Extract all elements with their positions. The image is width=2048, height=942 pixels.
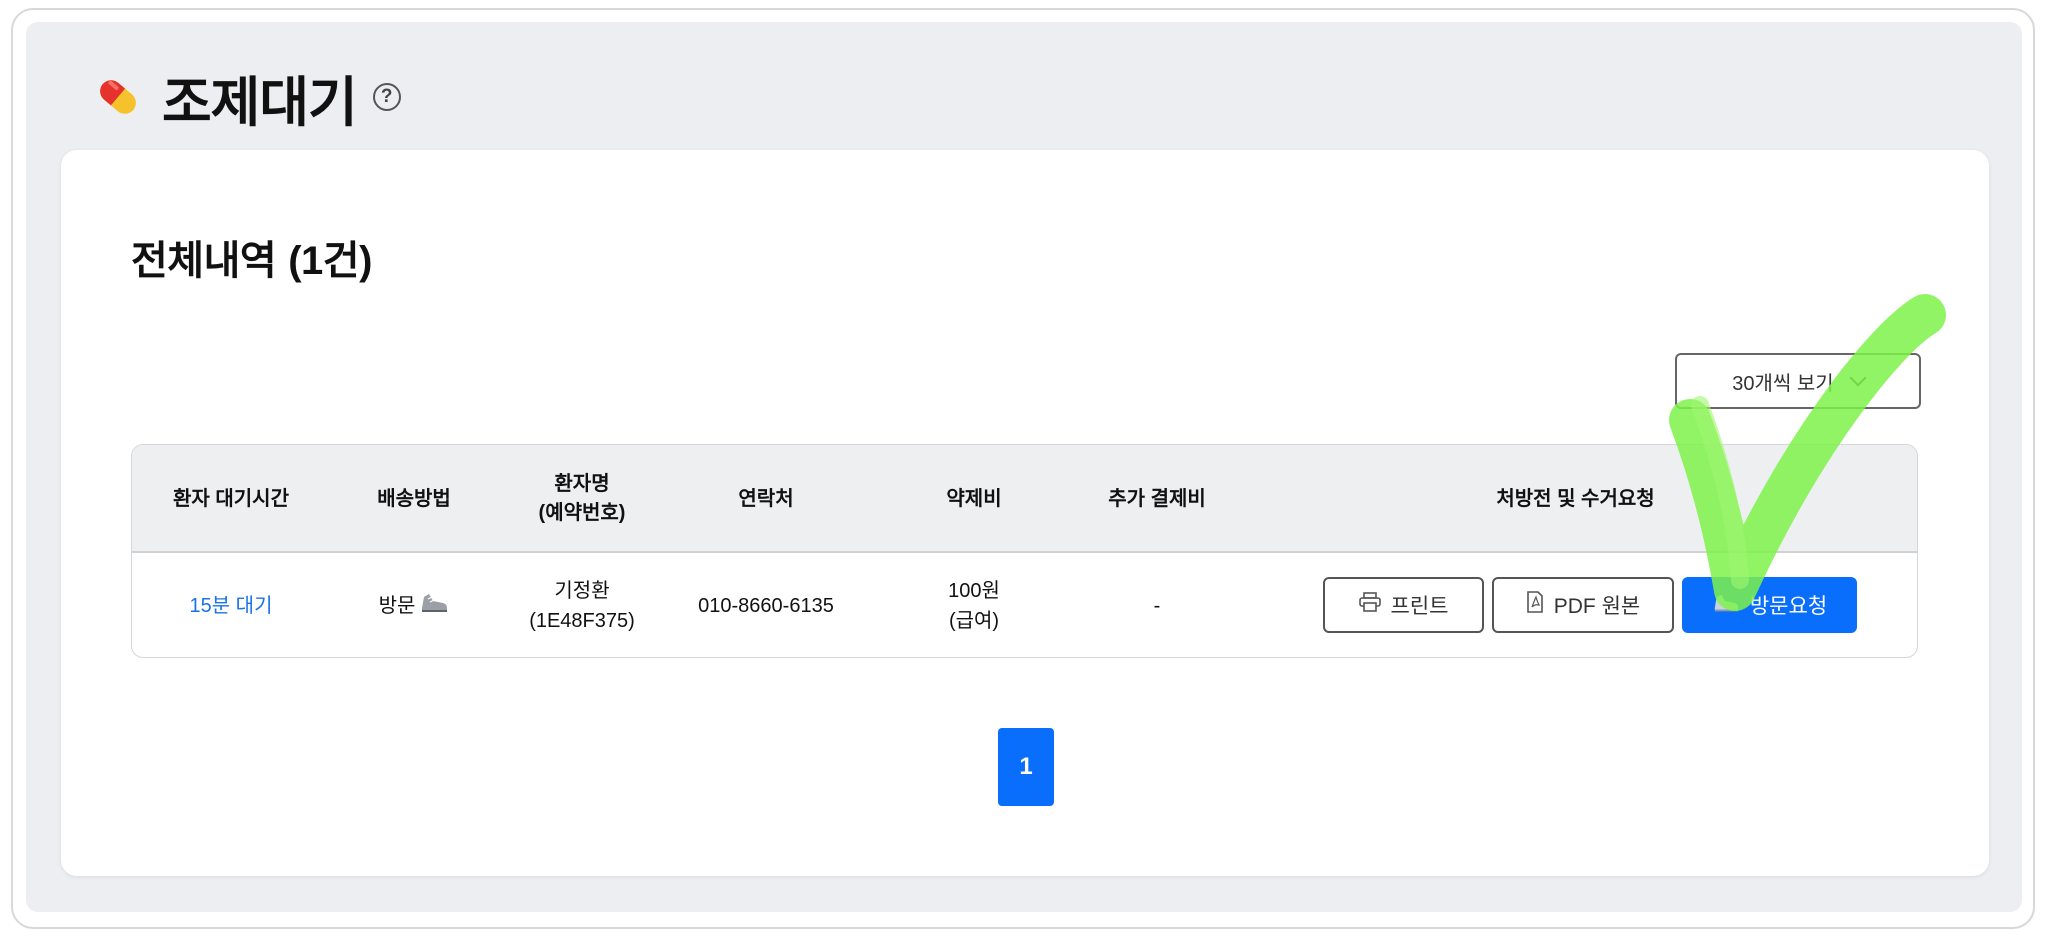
cell-delivery: 방문 [330,553,498,657]
delivery-label: 방문 [378,595,416,617]
cell-wait-time: 15분 대기 [189,595,273,617]
cell-extra-fee: - [1153,595,1161,617]
per-page-label: 30개씩 보기 [1732,372,1834,395]
section-count: (1건) [288,239,372,283]
shoe-icon [419,591,449,622]
reservation-no: (1E48F375) [529,610,635,632]
pdf-label: PDF 원본 [1553,595,1641,618]
patient-name: 기정환 [554,580,610,602]
fee-type: (급여) [948,610,1000,632]
header-actions: 처방전 및 수거요청 [1496,487,1655,510]
cell-contact: 010-8660-6135 [698,595,834,617]
pill-icon [90,69,146,125]
orders-table: 환자 대기시간 배송방법 환자명 (예약번호) 연락처 약제비 추가 결제비 처… [131,444,1918,658]
section-title: 전체내역 (1건) [131,228,372,286]
shoe-icon [1712,591,1740,619]
per-page-select[interactable]: 30개씩 보기 [1675,353,1921,409]
print-label: 프린트 [1390,595,1449,618]
chevron-down-icon [1849,369,1867,387]
cell-fee: 100원 (급여) [866,553,1082,657]
header-wait-time: 환자 대기시간 [173,487,289,510]
page-title: 조제대기 [162,72,358,133]
pdf-icon [1526,591,1544,619]
content-card: 전체내역 (1건) 30개씩 보기 환자 대기시간 배송방법 환자명 (예약번호… [61,150,1989,876]
header-fee: 약제비 [946,487,1002,510]
visit-request-label: 방문요청 [1749,595,1828,618]
pagination-page-1[interactable]: 1 [998,728,1054,806]
cell-patient: 기정환 (1E48F375) [498,553,666,657]
printer-icon [1358,592,1381,618]
title-row: 조제대기 ? [90,62,401,133]
header-delivery: 배송방법 [377,487,451,510]
visit-request-button[interactable]: 방문요청 [1682,577,1857,633]
help-icon[interactable]: ? [372,83,401,111]
header-reservation-no: (예약번호) [538,502,626,524]
print-button[interactable]: 프린트 [1323,577,1484,633]
fee-amount: 100원 [948,580,1000,602]
header-contact: 연락처 [738,487,794,510]
header-patient: 환자명 (예약번호) [498,445,666,553]
header-extra-fee: 추가 결제비 [1108,487,1206,510]
header-patient-name: 환자명 [554,473,610,495]
row-actions: 프린트 PDF 원본 방문요청 [1323,577,1857,633]
section-title-text: 전체내역 [131,239,277,283]
pdf-original-button[interactable]: PDF 원본 [1492,577,1674,633]
